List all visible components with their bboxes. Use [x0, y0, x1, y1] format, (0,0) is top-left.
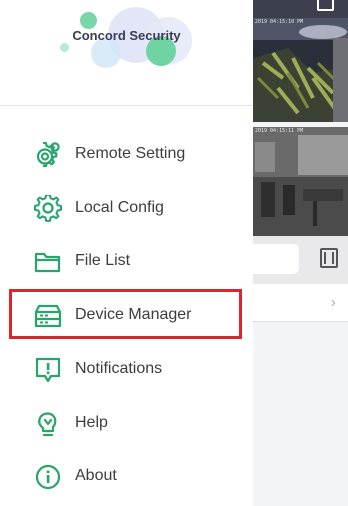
camera-feed-2-image	[253, 127, 348, 236]
selection-highlight-box	[9, 289, 242, 339]
background-search-bar	[253, 236, 348, 284]
header-divider	[0, 105, 253, 106]
camera-1-timestamp: 2019 04:15:10 PM	[255, 19, 304, 25]
menu-item-remote-setting[interactable]: Remote Setting	[0, 128, 253, 181]
bookmark-icon[interactable]	[317, 0, 334, 11]
menu-item-label: Notifications	[75, 360, 163, 377]
camera-2-timestamp: 2019 04:15:11 PM	[255, 128, 304, 134]
info-icon	[35, 464, 61, 490]
camera-feed-1-image	[253, 18, 348, 122]
decor-bubble	[60, 43, 69, 52]
playback-film-icon[interactable]	[320, 248, 338, 268]
menu-item-label: About	[75, 467, 117, 484]
menu-item-label: Remote Setting	[75, 145, 186, 162]
navigation-drawer: Concord Security Remote Setting Local Co…	[0, 0, 253, 506]
help-bulb-icon	[38, 412, 57, 437]
gear-icon	[34, 195, 62, 222]
menu-item-file-list[interactable]: File List	[0, 235, 253, 288]
background-search-box[interactable]	[253, 244, 299, 274]
menu-item-about[interactable]: About	[0, 450, 253, 503]
background-top-bar	[253, 0, 348, 18]
menu-item-label: Local Config	[75, 199, 164, 216]
notification-icon	[35, 357, 61, 383]
drawer-header: Concord Security	[0, 0, 253, 106]
gears-icon	[36, 141, 60, 168]
background-list-row[interactable]: ›	[253, 284, 348, 322]
brand-name: Concord Security	[72, 28, 181, 43]
menu-item-help[interactable]: Help	[0, 397, 253, 450]
camera-feed-2[interactable]: 2019 04:15:11 PM	[253, 127, 348, 236]
menu-item-notifications[interactable]: Notifications	[0, 343, 253, 396]
camera-feed-1[interactable]: 2019 04:15:10 PM	[253, 18, 348, 122]
menu-item-label: Help	[75, 414, 108, 431]
menu-item-label: File List	[75, 252, 131, 269]
menu-item-local-config[interactable]: Local Config	[0, 182, 253, 235]
folder-icon	[34, 252, 61, 273]
decor-bubble	[80, 12, 97, 29]
chevron-right-icon: ›	[330, 294, 336, 311]
